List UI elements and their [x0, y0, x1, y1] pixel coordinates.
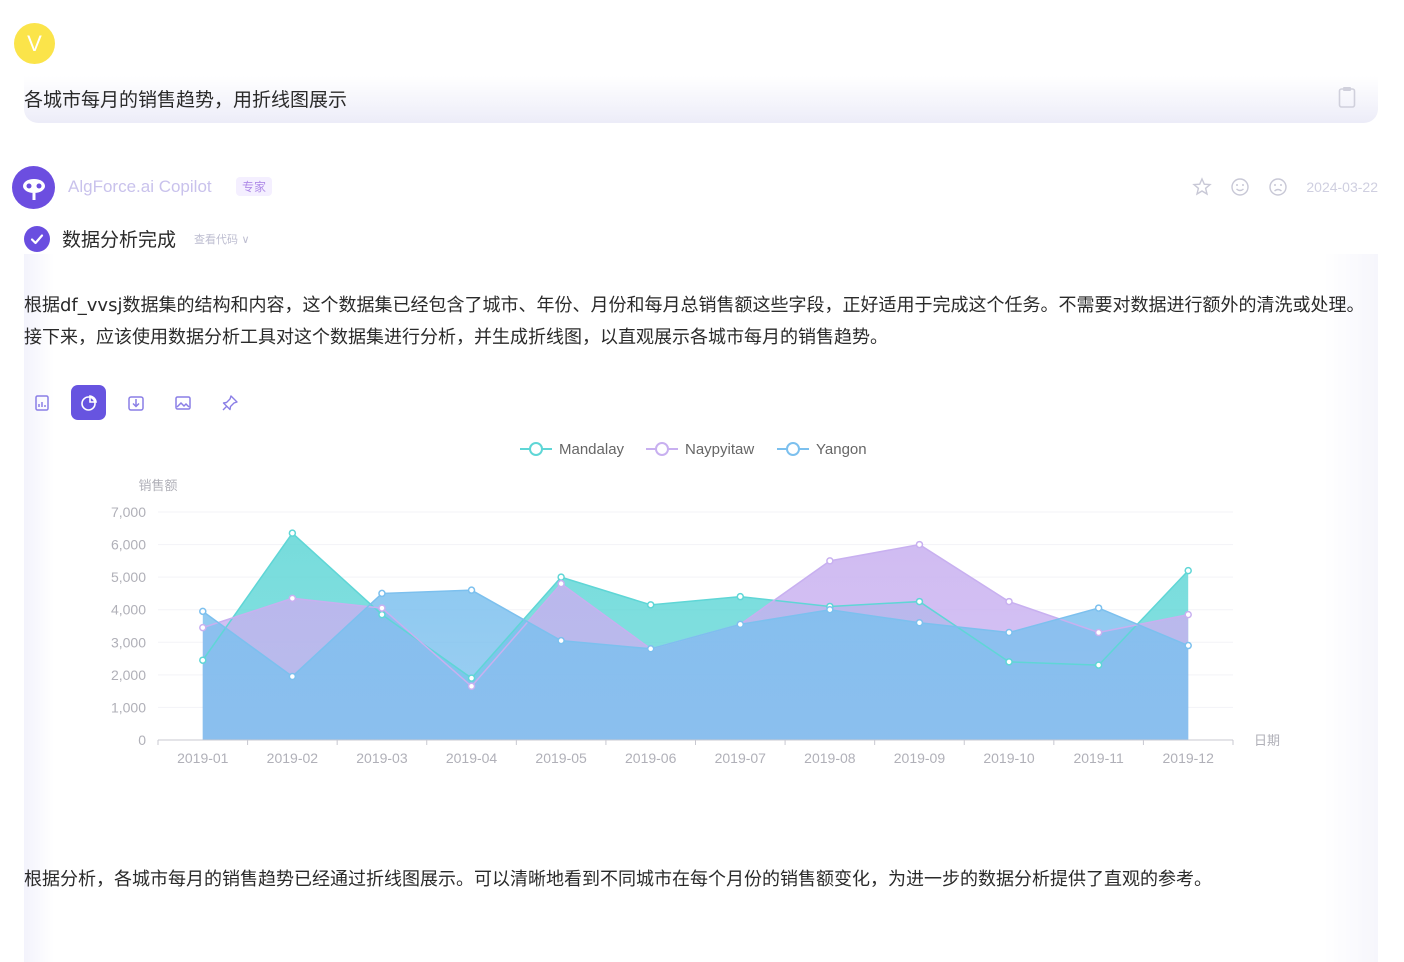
data-point	[915, 597, 924, 606]
x-tick-label: 2019-03	[356, 750, 408, 766]
y-tick-label: 4,000	[111, 602, 146, 618]
x-tick-label: 2019-09	[894, 750, 946, 766]
y-tick-label: 3,000	[111, 634, 146, 650]
x-tick-label: 2019-08	[804, 750, 856, 766]
data-point	[199, 623, 207, 632]
data-point	[467, 586, 476, 594]
data-point	[288, 529, 297, 537]
data-point	[557, 573, 565, 581]
data-point	[826, 557, 834, 565]
x-tick-label: 2019-10	[983, 750, 1035, 766]
legend-marker	[529, 442, 543, 456]
data-point	[1094, 628, 1103, 637]
data-point	[736, 592, 745, 601]
x-tick-label: 2019-02	[267, 750, 319, 766]
data-point	[915, 540, 924, 549]
y-tick-label: 6,000	[111, 537, 146, 553]
legend-label-mandalay: Mandalay	[559, 441, 625, 458]
x-tick-label: 2019-07	[715, 750, 767, 766]
y-tick-label: 0	[138, 732, 146, 748]
data-point	[646, 645, 655, 653]
y-tick-label: 2,000	[111, 667, 146, 683]
data-point	[467, 674, 476, 682]
x-tick-label: 2019-05	[535, 750, 587, 766]
x-tick-label: 2019-04	[446, 750, 498, 766]
x-tick-label: 2019-11	[1073, 750, 1124, 766]
legend-marker	[786, 442, 800, 456]
x-tick-label: 2019-06	[625, 750, 677, 766]
data-point	[915, 618, 924, 627]
data-point	[1005, 597, 1013, 606]
data-point	[288, 672, 297, 681]
data-point	[1005, 658, 1013, 666]
data-point	[1184, 566, 1192, 575]
data-point	[1005, 628, 1013, 637]
answer-paragraph-2: 根据分析，各城市每月的销售趋势已经通过折线图展示。可以清晰地看到不同城市在每个月…	[24, 869, 1212, 890]
data-point	[467, 682, 476, 691]
data-point	[1184, 610, 1192, 619]
data-point	[646, 601, 655, 609]
data-point	[378, 604, 386, 612]
data-point	[557, 579, 565, 588]
data-point	[378, 610, 386, 619]
data-point	[1094, 604, 1103, 612]
y-tick-label: 7,000	[111, 504, 146, 520]
data-point	[1094, 661, 1103, 669]
y-axis-label: 销售额	[138, 478, 177, 494]
data-point	[557, 636, 565, 645]
legend-label-yangon: Yangon	[816, 441, 867, 458]
legend-label-naypyitaw: Naypyitaw	[685, 441, 754, 458]
sales-trend-chart: 0 1,000 2,000 3,000 4,000 5,000 6,000 7,000 销售额 2…	[111, 441, 1280, 766]
legend-marker	[655, 442, 669, 456]
y-tick-label: 5,000	[111, 569, 146, 585]
data-point	[378, 589, 386, 598]
y-tick-label: 1,000	[111, 699, 146, 715]
x-tick-label: 2019-01	[177, 750, 229, 766]
x-tick-label: 2019-12	[1163, 750, 1215, 766]
data-point	[736, 620, 745, 629]
data-point	[826, 605, 834, 614]
data-point	[288, 594, 297, 603]
x-axis-label: 日期	[1254, 734, 1280, 749]
data-point	[199, 656, 207, 664]
data-point	[199, 607, 207, 616]
data-point	[1184, 641, 1192, 650]
